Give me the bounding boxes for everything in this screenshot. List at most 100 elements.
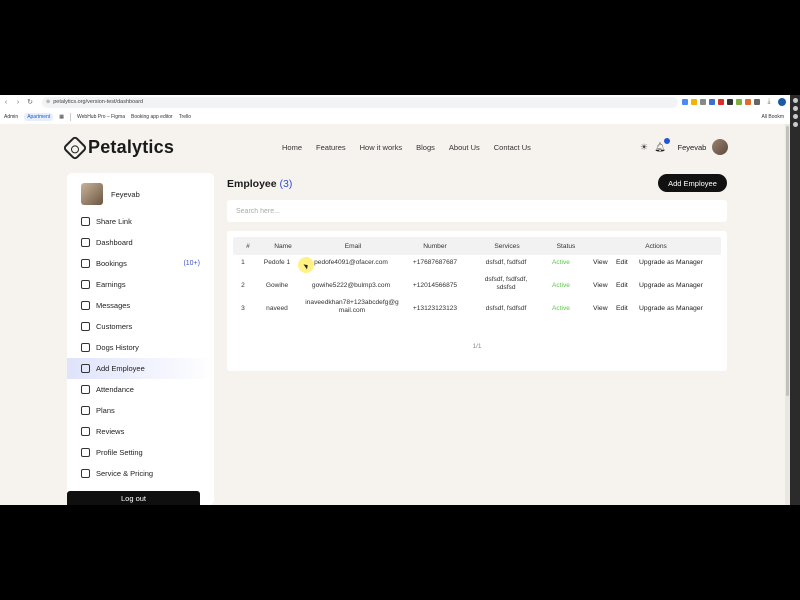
sidebar-item-label: Add Employee [96,364,145,373]
side-panel-icon[interactable] [792,106,798,111]
sidebar-item-bookings[interactable]: Bookings (10+) [67,253,214,274]
sidebar-profile: Feyevab [67,173,214,205]
edit-link[interactable]: Edit [616,282,628,289]
app-window: ‹ › ↻ ⊜ petalytics.org/version-test/dash… [0,95,800,505]
page-title: Employee (3) [227,178,292,190]
sidebar-item-plans[interactable]: Plans [67,400,214,421]
all-bookmarks[interactable]: All Bookm [761,114,784,120]
site-info-icon[interactable]: ⊜ [46,99,50,105]
calendar-icon [81,259,90,268]
bookmark-admin[interactable]: Admin [4,114,18,120]
extension-icon[interactable] [718,99,724,105]
view-link[interactable]: View [593,259,608,266]
sidebar-item-add-employee[interactable]: Add Employee [67,358,214,379]
sidebar-item-label: Bookings [96,259,127,268]
forward-icon[interactable]: › [12,99,24,106]
sidebar-item-earnings[interactable]: Earnings [67,274,214,295]
address-bar[interactable]: ⊜ petalytics.org/version-test/dashboard [42,96,678,108]
nav-how-it-works[interactable]: How it works [360,143,403,152]
upgrade-manager-link[interactable]: Upgrade as Manager [639,259,703,266]
header-avatar[interactable] [712,139,729,155]
employee-name: naveed [266,305,288,312]
nav-contact-us[interactable]: Contact Us [494,143,531,152]
employee-services: dsfsdf, fsdfsdf [485,259,527,266]
sidebar-item-service-pricing[interactable]: Service & Pricing [67,463,214,484]
sidebar-item-messages[interactable]: Messages [67,295,214,316]
bookmark-booking-editor[interactable]: Booking app editor [131,114,173,120]
bookings-count-badge: (10+) [183,260,200,267]
view-link[interactable]: View [593,305,608,312]
nav-home[interactable]: Home [282,143,302,152]
status-badge: Active [552,282,570,289]
browser-toolbar: ‹ › ↻ ⊜ petalytics.org/version-test/dash… [0,95,790,109]
side-panel-icon[interactable] [792,98,798,103]
settings-icon [81,448,90,457]
row-number: 2 [241,282,245,289]
nav-features[interactable]: Features [316,143,346,152]
column-header-email: Email [344,243,362,250]
notification-bell-icon[interactable]: 🔔︎ [654,137,670,153]
extension-icon[interactable] [727,99,733,105]
sidebar: Feyevab Share Link Dashboard Bookings (10… [67,173,214,505]
sidebar-item-label: Plans [96,406,115,415]
edit-link[interactable]: Edit [616,259,628,266]
extension-icon[interactable] [691,99,697,105]
sidebar-username: Feyevab [111,189,140,199]
row-number: 1 [241,259,245,266]
status-badge: Active [552,305,570,312]
sidebar-item-dashboard[interactable]: Dashboard [67,232,214,253]
nav-blogs[interactable]: Blogs [416,143,435,152]
apps-grid-icon[interactable]: ▦ [59,114,64,120]
extension-icon[interactable] [736,99,742,105]
bookmark-trello[interactable]: Trello [179,114,191,120]
sidebar-item-customers[interactable]: Customers [67,316,214,337]
pricing-icon [81,469,90,478]
add-employee-button[interactable]: Add Employee [658,174,727,192]
view-link[interactable]: View [593,282,608,289]
avatar [81,183,103,205]
profile-icon[interactable] [778,98,786,106]
side-panel-icon[interactable] [792,122,798,127]
employee-table: # Name Email Number Services Status Acti… [227,231,727,371]
logo-icon [62,134,88,161]
sidebar-item-attendance[interactable]: Attendance [67,379,214,400]
header-username[interactable]: Feyevab [678,143,707,152]
extension-icon[interactable] [682,99,688,105]
bookmark-figma[interactable]: WebHub Pro – Figma [77,114,125,120]
edit-link[interactable]: Edit [616,305,628,312]
pagination[interactable]: 1/1 [227,343,727,350]
extension-icon[interactable] [709,99,715,105]
back-icon[interactable]: ‹ [0,99,12,106]
top-nav: Home Features How it works Blogs About U… [282,143,531,152]
brand-logo[interactable]: Petalytics [62,134,175,161]
brand-name: Petalytics [88,137,175,157]
extension-icon[interactable] [700,99,706,105]
sidebar-item-reviews[interactable]: Reviews [67,421,214,442]
sidebar-item-label: Profile Setting [96,448,143,457]
download-icon[interactable]: ⤓ [763,98,775,106]
sidebar-item-label: Share Link [96,217,132,226]
search-input[interactable] [227,200,727,222]
extension-icon[interactable] [754,99,760,105]
upgrade-manager-link[interactable]: Upgrade as Manager [639,305,703,312]
upgrade-manager-link[interactable]: Upgrade as Manager [639,282,703,289]
theme-toggle-icon[interactable]: ☀ [640,142,648,153]
sidebar-item-profile-setting[interactable]: Profile Setting [67,442,214,463]
side-panel-icon[interactable] [792,114,798,119]
row-number: 3 [241,305,245,312]
extension-icon[interactable] [745,99,751,105]
scrollbar-thumb[interactable] [786,126,789,396]
bookmark-apartment[interactable]: Apartment [24,112,54,121]
sidebar-item-label: Dogs History [96,343,139,352]
nav-about-us[interactable]: About Us [449,143,480,152]
page-title-text: Employee [227,178,277,190]
logout-button[interactable]: Log out [67,491,200,505]
sidebar-item-share-link[interactable]: Share Link [67,211,214,232]
employee-phone: +13123123123 [412,305,458,312]
reload-icon[interactable]: ↻ [24,98,36,106]
extensions: ⤓ [682,98,786,106]
sidebar-item-dogs-history[interactable]: Dogs History [67,337,214,358]
os-side-panel [790,95,800,505]
sidebar-item-label: Customers [96,322,133,331]
sidebar-item-label: Earnings [96,280,126,289]
